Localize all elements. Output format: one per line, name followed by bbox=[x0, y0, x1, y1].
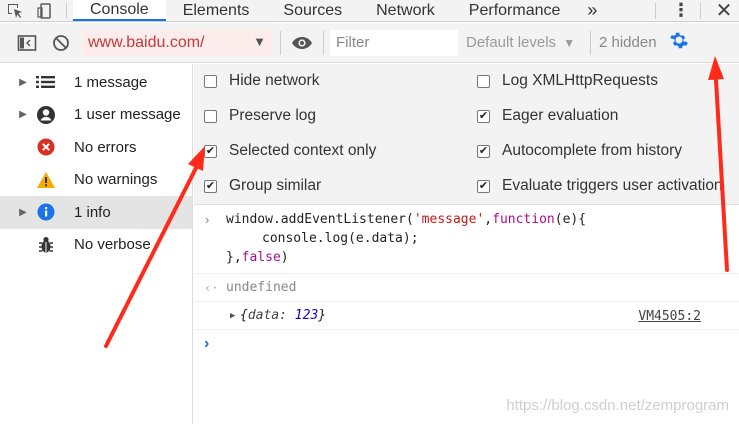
toolbar-divider bbox=[280, 30, 281, 55]
console-prompt[interactable]: › bbox=[194, 329, 739, 357]
sidebar-item-user-messages[interactable]: ▶ 1 user message bbox=[0, 99, 192, 132]
setting-label: Selected context only bbox=[229, 142, 377, 159]
log-levels-dropdown[interactable]: Default levels ▼ bbox=[466, 34, 588, 51]
setting-group-similar[interactable]: ✔ Group similar bbox=[204, 173, 321, 199]
user-icon bbox=[32, 105, 60, 125]
logged-object[interactable]: {data: 123} bbox=[240, 308, 326, 323]
result-arrow-icon: ‹· bbox=[204, 280, 219, 295]
customize-menu-icon[interactable]: ⋮ bbox=[670, 0, 692, 21]
sidebar-item-label: 1 user message bbox=[74, 106, 181, 124]
expand-triangle-icon[interactable]: ▶ bbox=[14, 109, 32, 120]
console-output[interactable]: › window.addEventListener('message',func… bbox=[194, 206, 739, 424]
autocomplete-history-checkbox[interactable]: ✔ bbox=[477, 144, 490, 158]
group-similar-checkbox[interactable]: ✔ bbox=[204, 179, 217, 193]
console-toolbar: www.baidu.com/ ▼ Filter Default levels ▼… bbox=[0, 23, 739, 63]
setting-hide-network[interactable]: Hide network bbox=[204, 68, 319, 94]
close-devtools-icon[interactable]: ✕ bbox=[709, 0, 739, 23]
tab-performance[interactable]: Performance bbox=[452, 0, 578, 21]
sidebar-item-messages[interactable]: ▶ 1 message bbox=[0, 66, 192, 99]
eager-evaluation-checkbox[interactable]: ✔ bbox=[477, 109, 490, 123]
setting-preserve-log[interactable]: Preserve log bbox=[204, 103, 316, 129]
expand-object-triangle-icon[interactable]: ▶ bbox=[230, 311, 235, 321]
live-expression-eye-icon[interactable] bbox=[287, 28, 317, 58]
tab-elements[interactable]: Elements bbox=[166, 0, 267, 21]
setting-label: Group similar bbox=[229, 177, 322, 194]
prompt-chevron-icon: › bbox=[204, 334, 210, 352]
log-levels-chevron-icon: ▼ bbox=[563, 36, 576, 50]
tabbar-divider-right bbox=[655, 2, 656, 19]
tabbar-divider-close bbox=[700, 2, 701, 19]
setting-label: Autocomplete from history bbox=[502, 142, 683, 159]
evaluate-triggers-checkbox[interactable]: ✔ bbox=[477, 179, 490, 193]
setting-selected-context-only[interactable]: ✔ Selected context only bbox=[204, 138, 376, 164]
more-tabs-icon[interactable]: » bbox=[577, 0, 607, 21]
result-value: undefined bbox=[226, 280, 297, 295]
console-log-row: ▶ {data: 123} VM4505:2 bbox=[194, 301, 739, 329]
source-link[interactable]: VM4505:2 bbox=[638, 309, 701, 324]
toolbar-divider-2 bbox=[323, 30, 324, 55]
show-sidebar-icon[interactable] bbox=[12, 28, 42, 58]
sidebar-item-label: No warnings bbox=[74, 171, 158, 189]
console-sidebar: ▶ 1 message ▶ 1 user message No errors N… bbox=[0, 64, 193, 424]
warning-icon bbox=[32, 171, 60, 189]
toolbar-divider-3 bbox=[590, 30, 591, 55]
setting-log-xhr[interactable]: Log XMLHttpRequests bbox=[477, 68, 658, 94]
device-toolbar-icon[interactable] bbox=[30, 0, 60, 21]
hide-network-checkbox[interactable] bbox=[204, 74, 217, 88]
setting-label: Hide network bbox=[229, 72, 320, 89]
setting-autocomplete-history[interactable]: ✔ Autocomplete from history bbox=[477, 138, 682, 164]
console-result-row: ‹· undefined bbox=[194, 273, 739, 301]
input-prompt-chevron-icon: › bbox=[205, 212, 210, 227]
setting-evaluate-triggers[interactable]: ✔ Evaluate triggers user activation bbox=[477, 173, 723, 199]
clear-console-icon[interactable] bbox=[46, 28, 76, 58]
sidebar-item-label: 1 message bbox=[74, 73, 148, 91]
selected-context-checkbox[interactable]: ✔ bbox=[204, 144, 217, 158]
log-levels-label: Default levels bbox=[466, 34, 557, 51]
setting-label: Log XMLHttpRequests bbox=[502, 72, 658, 89]
code-line-3: },false) bbox=[226, 250, 289, 265]
sidebar-item-label: No errors bbox=[74, 138, 137, 156]
setting-label: Evaluate triggers user activation bbox=[502, 177, 723, 194]
filter-input[interactable]: Filter bbox=[330, 29, 458, 56]
sidebar-item-warnings[interactable]: No warnings bbox=[0, 164, 192, 197]
tab-console[interactable]: Console bbox=[73, 0, 166, 21]
info-icon bbox=[32, 203, 60, 221]
code-line-1: window.addEventListener('message',functi… bbox=[226, 212, 587, 227]
error-icon bbox=[32, 138, 60, 156]
watermark: https://blog.csdn.net/zemprogram bbox=[506, 397, 729, 414]
expand-triangle-icon[interactable]: ▶ bbox=[14, 207, 32, 218]
context-value: www.baidu.com/ bbox=[88, 33, 205, 51]
sidebar-item-label: 1 info bbox=[74, 203, 111, 221]
bug-icon bbox=[32, 236, 60, 254]
list-icon bbox=[32, 75, 60, 89]
sidebar-item-label: No verbose bbox=[74, 236, 151, 254]
chevron-down-icon: ▼ bbox=[253, 33, 266, 49]
console-input-entry: › window.addEventListener('message',func… bbox=[194, 210, 739, 267]
context-selector[interactable]: www.baidu.com/ ▼ bbox=[82, 29, 272, 56]
expand-triangle-icon[interactable]: ▶ bbox=[14, 77, 32, 88]
sidebar-item-info[interactable]: ▶ 1 info bbox=[0, 196, 192, 229]
sidebar-item-errors[interactable]: No errors bbox=[0, 131, 192, 164]
setting-label: Eager evaluation bbox=[502, 107, 619, 124]
inspect-element-icon[interactable] bbox=[0, 0, 30, 21]
setting-label: Preserve log bbox=[229, 107, 317, 124]
sidebar-item-verbose[interactable]: No verbose bbox=[0, 229, 192, 262]
tabbar-divider bbox=[66, 3, 67, 18]
hidden-count: 2 hidden bbox=[599, 34, 657, 51]
tab-sources[interactable]: Sources bbox=[266, 0, 359, 21]
devtools-tabbar: Console Elements Sources Network Perform… bbox=[0, 0, 739, 22]
tab-network[interactable]: Network bbox=[359, 0, 452, 21]
console-settings-panel: Hide network Preserve log ✔ Selected con… bbox=[194, 64, 739, 205]
preserve-log-checkbox[interactable] bbox=[204, 109, 217, 123]
code-line-2: console.log(e.data); bbox=[262, 231, 419, 246]
console-settings-gear-icon[interactable] bbox=[669, 30, 689, 56]
setting-eager-evaluation[interactable]: ✔ Eager evaluation bbox=[477, 103, 618, 129]
log-xhr-checkbox[interactable] bbox=[477, 74, 490, 88]
